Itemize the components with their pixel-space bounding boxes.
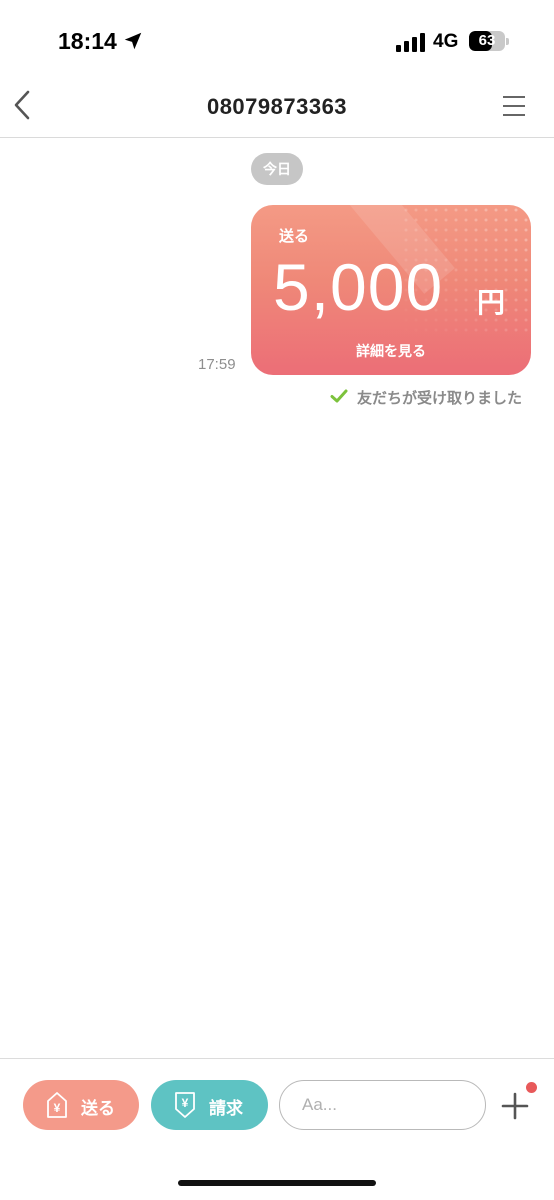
request-money-label: 請求 — [209, 1099, 243, 1118]
send-money-label: 送る — [81, 1099, 115, 1118]
page-title: 08079873363 — [206, 94, 348, 119]
status-time: 18:14 — [58, 28, 117, 54]
yen-request-icon: ¥ — [175, 1092, 195, 1118]
cellular-signal-icon — [396, 33, 425, 52]
plus-icon[interactable] — [498, 1089, 532, 1123]
send-money-button[interactable]: ¥ 送る — [23, 1080, 139, 1130]
hamburger-menu-icon[interactable] — [500, 93, 528, 119]
bottom-toolbar: ¥ 送る ¥ 請求 — [0, 1058, 554, 1200]
battery-level: 63 — [478, 32, 496, 49]
nav-bar: 08079873363 — [0, 80, 554, 138]
notification-dot — [526, 1082, 537, 1093]
received-status-text: 友だちが受け取りました — [357, 390, 523, 407]
card-currency-unit: 円 — [477, 287, 506, 318]
message-timestamp: 17:59 — [198, 356, 236, 373]
check-icon — [330, 389, 348, 403]
view-details-link[interactable]: 詳細を見る — [251, 341, 531, 361]
battery-icon: 63 — [469, 31, 509, 51]
card-type-label: 送る — [279, 228, 310, 245]
svg-text:¥: ¥ — [182, 1096, 189, 1110]
svg-text:¥: ¥ — [54, 1101, 61, 1115]
money-transfer-card[interactable]: 送る 5,000 円 詳細を見る — [251, 205, 531, 375]
yen-send-icon: ¥ — [47, 1092, 67, 1118]
card-amount: 5,000 — [273, 250, 444, 324]
date-separator: 今日 — [251, 153, 303, 185]
location-arrow-icon — [124, 32, 142, 50]
request-money-button[interactable]: ¥ 請求 — [151, 1080, 268, 1130]
network-type: 4G — [433, 31, 459, 52]
home-indicator — [178, 1180, 376, 1186]
message-input[interactable] — [279, 1080, 486, 1130]
status-bar: 18:14 4G 63 — [0, 0, 554, 80]
